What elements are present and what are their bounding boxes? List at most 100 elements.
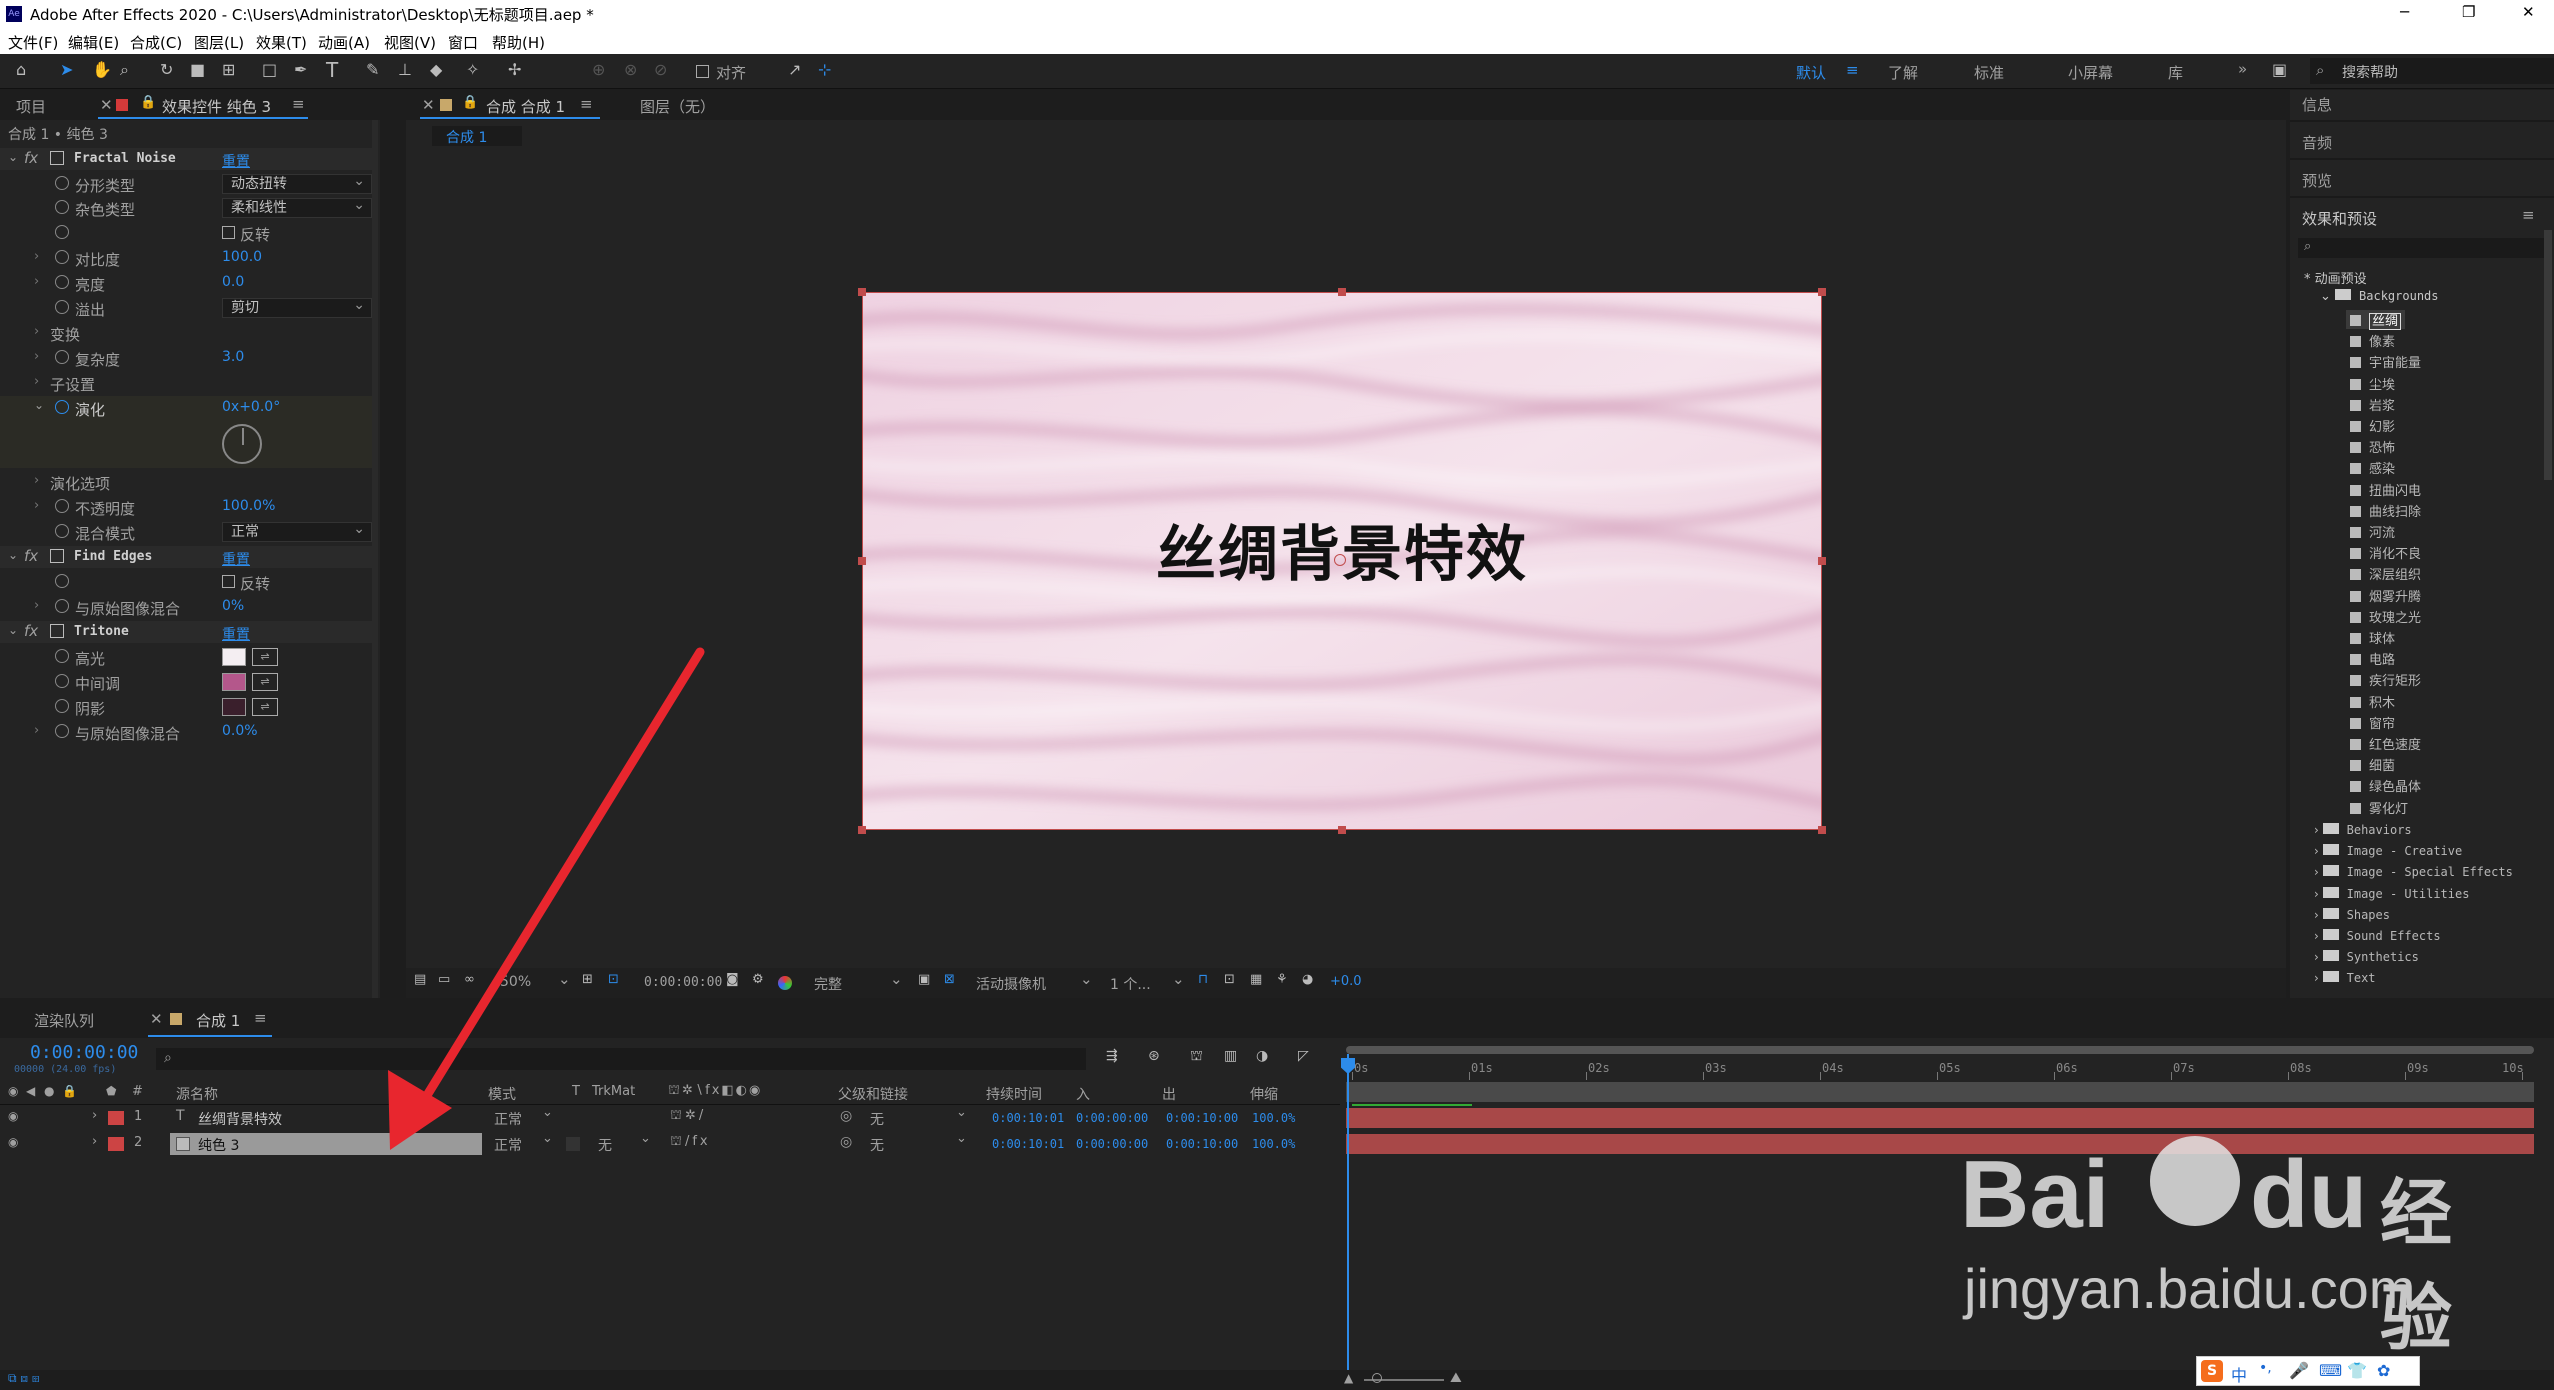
tab-close-icon[interactable]: ✕ — [150, 1010, 163, 1028]
trkmat-dropdown[interactable]: 无 — [598, 1135, 612, 1155]
stopwatch-icon[interactable] — [55, 176, 69, 190]
solo-icon[interactable]: ● — [44, 1084, 54, 1098]
preset-folder[interactable]: › Image - Utilities — [2314, 886, 2469, 901]
zoom-slider-handle[interactable] — [1372, 1373, 1382, 1383]
effect-header-find-edges[interactable]: ⌄ fx Find Edges 重置 — [0, 546, 378, 568]
chevron-right-icon[interactable]: › — [34, 324, 39, 339]
screen-icon[interactable]: ▣ — [2272, 60, 2287, 79]
fx-icon[interactable]: fx — [24, 547, 38, 565]
channels-icon[interactable] — [778, 976, 792, 990]
chevron-down-icon[interactable]: ⌄ — [956, 1105, 967, 1120]
left-panel-scrollbar[interactable] — [372, 120, 378, 998]
resolution-dropdown[interactable]: 完整 — [814, 974, 842, 994]
keyboard-icon[interactable]: ⌨ — [2319, 1361, 2342, 1380]
axis-mode-icon[interactable]: ⊕ — [592, 60, 605, 79]
transform-handle[interactable] — [1338, 826, 1346, 834]
transform-handle[interactable] — [1818, 288, 1826, 296]
stopwatch-icon[interactable] — [55, 225, 69, 239]
current-time[interactable]: 0:00:00:00 — [30, 1042, 138, 1063]
show-snapshot-icon[interactable]: ⚙ — [752, 972, 764, 987]
blend-original-value[interactable]: 0% — [222, 598, 244, 614]
workspace-small-screen[interactable]: 小屏幕 — [2068, 62, 2113, 83]
zoom-in-icon[interactable]: ⛰ — [1450, 1370, 1462, 1386]
anchor-point-icon[interactable] — [1334, 554, 1346, 566]
chevron-right-icon[interactable]: › — [92, 1108, 97, 1123]
chevron-down-icon[interactable]: ⌄ — [542, 1131, 553, 1146]
timeline-search-input[interactable]: ⌕ — [156, 1048, 1086, 1070]
workspace-default[interactable]: 默认 — [1796, 62, 1826, 83]
layer-duration[interactable]: 0:00:10:01 — [992, 1137, 1064, 1151]
preset-item[interactable]: 曲线扫除 — [2350, 501, 2421, 520]
transform-handle[interactable] — [1818, 826, 1826, 834]
preset-folder[interactable]: › Synthetics — [2314, 950, 2419, 964]
chevron-down-icon[interactable]: ⌄ — [8, 548, 18, 562]
parent-dropdown[interactable]: 无 — [870, 1109, 884, 1129]
preset-item[interactable]: 深层组织 — [2350, 564, 2421, 583]
tab-composition[interactable]: 合成 合成 1 — [486, 96, 565, 117]
stopwatch-icon[interactable] — [55, 350, 69, 364]
zoom-out-icon[interactable]: ▲ — [1344, 1371, 1353, 1385]
tree-folder-backgrounds[interactable]: ⌄ Backgrounds — [2320, 289, 2439, 304]
blend-original-value[interactable]: 0.0% — [222, 723, 258, 739]
stopwatch-icon[interactable] — [55, 599, 69, 613]
transparency-grid-icon[interactable]: ⊠ — [944, 972, 955, 987]
chevron-right-icon[interactable]: › — [92, 1134, 97, 1149]
preset-folder[interactable]: › Shapes — [2314, 907, 2390, 922]
parent-dropdown[interactable]: 无 — [870, 1135, 884, 1155]
workspace-more-icon[interactable]: » — [2238, 60, 2247, 78]
always-preview-icon[interactable]: ▤ — [414, 972, 426, 987]
preset-folder[interactable]: › Behaviors — [2314, 823, 2412, 837]
rotate-tool-icon[interactable]: ↻ — [160, 60, 173, 79]
axis-mode-world-icon[interactable]: ⊗ — [624, 60, 637, 79]
snapshot-icon[interactable]: ◙ — [726, 972, 739, 987]
label-color-chip[interactable] — [108, 1111, 124, 1125]
stopwatch-icon[interactable] — [55, 524, 69, 538]
transform-handle[interactable] — [1338, 288, 1346, 296]
chevron-right-icon[interactable]: › — [34, 723, 39, 738]
chevron-right-icon[interactable]: › — [34, 274, 39, 289]
panel-menu-icon[interactable]: ≡ — [580, 95, 593, 113]
toggle-view-icon[interactable]: ⊓ — [1198, 972, 1208, 987]
camera-dropdown[interactable]: 活动摄像机 — [976, 974, 1046, 994]
eye-icon[interactable]: ◉ — [8, 1135, 18, 1149]
pan-behind-tool-icon[interactable]: ⊞ — [222, 60, 235, 79]
panel-info[interactable]: 信息 — [2302, 94, 2332, 115]
panel-effects-presets[interactable]: 效果和预设 — [2302, 208, 2377, 229]
pen-tool-icon[interactable]: ✒ — [294, 60, 307, 79]
reset-link[interactable]: 重置 — [222, 549, 250, 569]
layer-duration[interactable]: 0:00:10:01 — [992, 1111, 1064, 1125]
timeline-icon[interactable]: ▦ — [1250, 972, 1262, 987]
noise-type-dropdown[interactable]: 柔和线性 — [222, 196, 372, 218]
chevron-down-icon[interactable]: ⌄ — [1172, 970, 1185, 988]
transform-handle[interactable] — [858, 826, 866, 834]
microphone-icon[interactable]: 🎤 — [2289, 1361, 2309, 1380]
transform-handle[interactable] — [858, 557, 866, 565]
flowchart-icon[interactable]: ⚘ — [1276, 972, 1288, 987]
blend-mode-dropdown[interactable]: 正常 — [222, 520, 372, 542]
puppet-tool-icon[interactable]: ✢ — [508, 60, 521, 79]
evolution-value[interactable]: 0x+0.0° — [222, 399, 280, 415]
reset-exposure-icon[interactable]: ◕ — [1302, 972, 1313, 987]
reset-link[interactable]: 重置 — [222, 151, 250, 171]
maximize-button[interactable]: ❐ — [2462, 3, 2475, 21]
help-search[interactable]: ⌕ 搜索帮助 — [2310, 58, 2554, 84]
selection-tool-icon[interactable]: ➤ — [60, 60, 73, 79]
transform-handle[interactable] — [858, 288, 866, 296]
fit-icon[interactable]: ⊞ — [582, 972, 593, 987]
comp-text-layer[interactable]: 丝绸背景特效 — [862, 506, 1822, 593]
col-parent[interactable]: 父级和链接 — [838, 1084, 908, 1104]
audio-icon[interactable]: ◀ — [26, 1084, 35, 1098]
overflow-dropdown[interactable]: 剪切 — [222, 296, 372, 318]
layer-stretch[interactable]: 100.0% — [1252, 1111, 1295, 1125]
camera-tool-icon[interactable]: ■ — [190, 60, 205, 79]
layer-name[interactable]: 丝绸背景特效 — [198, 1109, 282, 1129]
stopwatch-icon[interactable] — [55, 400, 69, 414]
menu-animation[interactable]: 动画(A) — [318, 32, 370, 53]
layer-in[interactable]: 0:00:00:00 — [1076, 1111, 1148, 1125]
menu-effect[interactable]: 效果(T) — [256, 32, 307, 53]
col-trkmat[interactable]: TrkMat — [592, 1084, 635, 1099]
stopwatch-icon[interactable] — [55, 724, 69, 738]
reset-link[interactable]: 重置 — [222, 624, 250, 644]
tab-render-queue[interactable]: 渲染队列 — [34, 1010, 94, 1031]
chevron-right-icon[interactable]: › — [34, 473, 39, 488]
